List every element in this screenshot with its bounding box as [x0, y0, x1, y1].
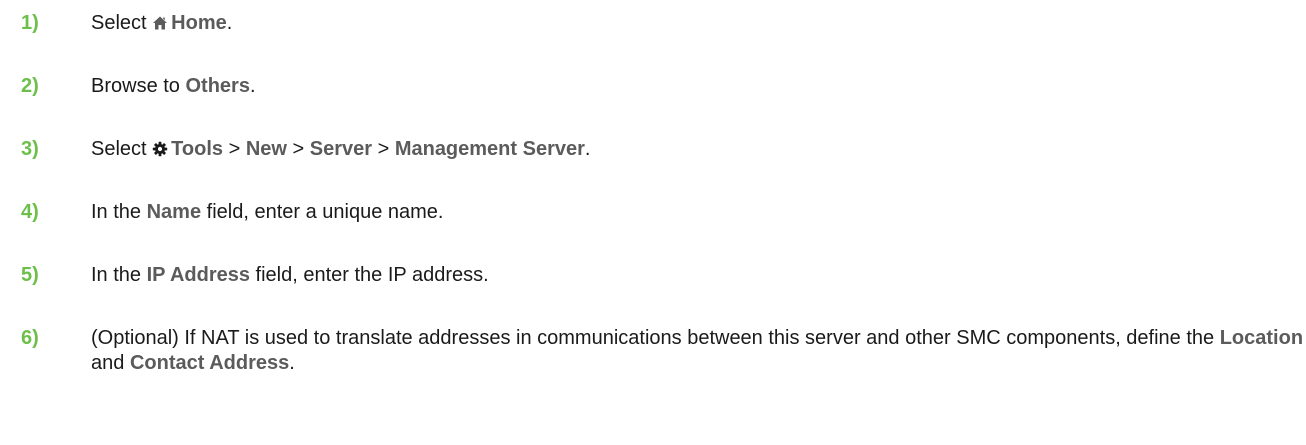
- step-text: Select Home.: [91, 12, 233, 34]
- home-icon: [152, 15, 168, 31]
- step-number: 5): [21, 264, 39, 286]
- ui-term-location: Location: [1219, 327, 1304, 349]
- step-number: 4): [21, 201, 39, 223]
- step-text: Browse to Others.: [91, 75, 256, 97]
- step-number: 3): [21, 138, 39, 160]
- step-text: (Optional) If NAT is used to translate a…: [91, 327, 1304, 374]
- ui-term-server: Server: [309, 138, 373, 160]
- step-number: 6): [21, 327, 39, 349]
- step-text: Select Tools > New > Server > Management…: [91, 138, 591, 160]
- ui-term-tools: Tools: [171, 138, 224, 160]
- gear-icon: [152, 141, 168, 157]
- step-text: In the Name field, enter a unique name.: [91, 201, 444, 223]
- ui-term-new: New: [245, 138, 287, 160]
- ui-term-name: Name: [146, 201, 202, 223]
- ui-term-home: Home: [171, 12, 227, 34]
- step-number: 2): [21, 75, 39, 97]
- ui-term-ip-address: IP Address: [146, 264, 250, 286]
- ui-term-management-server: Management Server: [394, 138, 585, 160]
- ui-term-others: Others: [185, 75, 250, 97]
- ui-term-contact-address: Contact Address: [129, 352, 290, 374]
- step-number: 1): [21, 12, 39, 34]
- step-text: In the IP Address field, enter the IP ad…: [91, 264, 489, 286]
